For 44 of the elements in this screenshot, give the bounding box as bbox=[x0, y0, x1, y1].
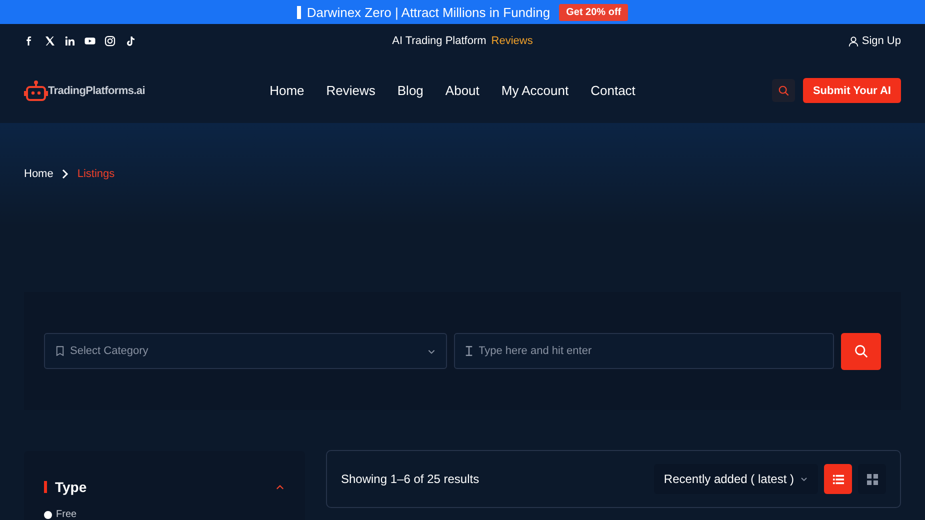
nav-link[interactable]: My Account bbox=[490, 83, 580, 98]
text-cursor-icon bbox=[464, 346, 474, 356]
nav-link[interactable]: Home bbox=[258, 83, 316, 98]
radio-button[interactable] bbox=[44, 510, 52, 518]
youtube-icon[interactable] bbox=[84, 35, 96, 47]
list-icon bbox=[832, 474, 844, 484]
linkedin-icon[interactable] bbox=[64, 35, 76, 47]
tiktok-icon[interactable] bbox=[124, 35, 136, 47]
promo-text[interactable]: Darwinex Zero | Attract Millions in Funding bbox=[306, 4, 550, 20]
accent-bar bbox=[44, 481, 47, 493]
bar-icon bbox=[296, 6, 301, 18]
grid-icon bbox=[866, 474, 878, 484]
sign-up-link[interactable]: Sign Up bbox=[862, 35, 901, 47]
search-icon bbox=[778, 85, 789, 96]
instagram-icon[interactable] bbox=[104, 35, 116, 47]
grid-view-button[interactable] bbox=[858, 464, 886, 494]
logo-text[interactable]: TradingPlatforms.ai bbox=[48, 84, 145, 96]
search-button[interactable] bbox=[772, 79, 795, 102]
breadcrumb-link[interactable]: Home bbox=[24, 168, 54, 180]
bookmark-icon bbox=[55, 346, 65, 356]
category-select[interactable]: Select Category bbox=[44, 333, 446, 369]
chevron-icon bbox=[61, 169, 70, 179]
search-field[interactable]: Type here and hit enter bbox=[454, 333, 834, 369]
search-icon bbox=[854, 344, 868, 358]
sort-select[interactable]: Recently added ( latest ) bbox=[654, 464, 818, 494]
tagline: AI Trading Platform bbox=[392, 35, 486, 47]
x-icon[interactable] bbox=[44, 35, 56, 47]
list-view-button[interactable] bbox=[824, 464, 852, 494]
user-icon[interactable] bbox=[848, 36, 859, 46]
nav-link[interactable]: Contact bbox=[580, 83, 646, 98]
chevron-icon bbox=[800, 475, 808, 483]
submit-button[interactable]: Submit Your AI bbox=[802, 78, 901, 103]
option-label[interactable]: Free bbox=[56, 509, 77, 520]
breadcrumb-current: Listings bbox=[77, 168, 115, 180]
nav-link[interactable]: About bbox=[434, 83, 490, 98]
search-button[interactable] bbox=[841, 332, 881, 370]
filter-title: Type bbox=[55, 479, 88, 495]
reviews-link[interactable]: Reviews bbox=[491, 35, 533, 47]
results-count: Showing 1–6 of 25 results bbox=[341, 472, 480, 486]
nav-link[interactable]: Reviews bbox=[315, 83, 386, 98]
chevron-icon[interactable] bbox=[275, 482, 285, 492]
discount-badge[interactable]: Get 20% off bbox=[559, 4, 628, 20]
nav-link[interactable]: Blog bbox=[386, 83, 434, 98]
robot-icon[interactable] bbox=[24, 80, 48, 102]
